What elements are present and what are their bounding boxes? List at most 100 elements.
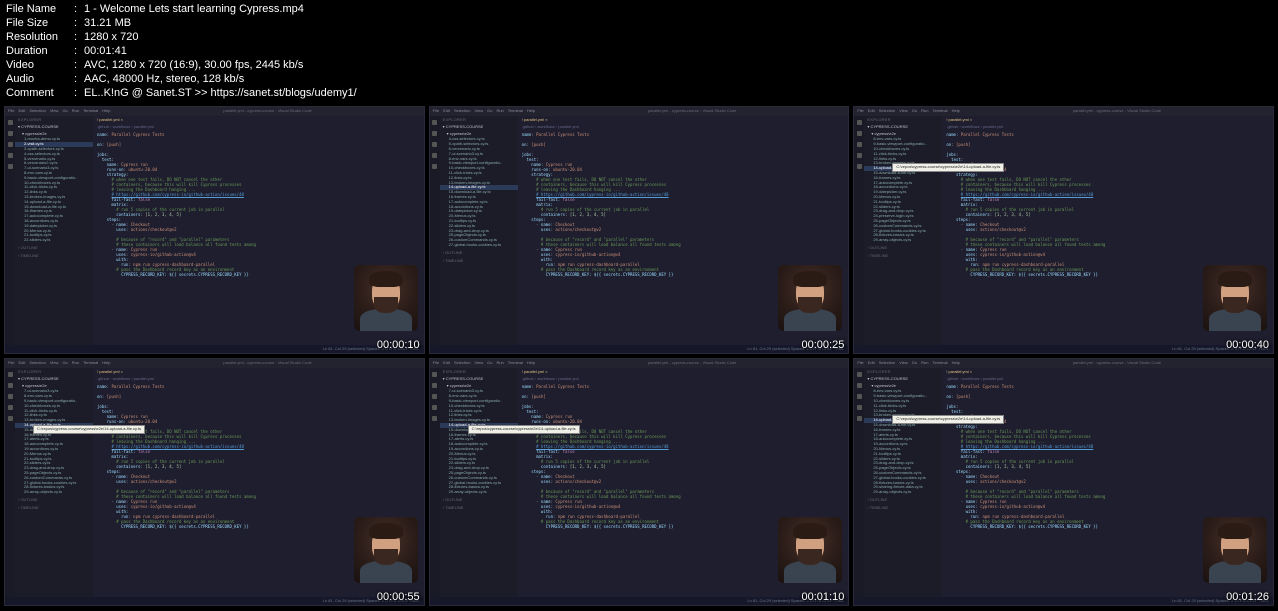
debug-icon[interactable]: [857, 153, 862, 158]
outline-section[interactable]: › OUTLINE: [443, 498, 515, 503]
menu-item[interactable]: View: [50, 361, 59, 366]
menu-item[interactable]: Run: [72, 109, 79, 114]
file-item[interactable]: 29-array-objects.cy.ts: [18, 490, 90, 495]
folder-root[interactable]: ▾ CYPRESS-COURSE: [867, 125, 939, 130]
menu-item[interactable]: Run: [921, 361, 928, 366]
breadcrumb[interactable]: .github › workflows › parallel.yml: [97, 125, 420, 130]
search-icon[interactable]: [857, 131, 862, 136]
code-editor[interactable]: name: Parallel Cypress Tests on: [push] …: [97, 132, 420, 277]
editor-pane[interactable]: ! parallel.yml × .github › workflows › p…: [942, 368, 1273, 597]
git-icon[interactable]: [8, 142, 13, 147]
menu-item[interactable]: Run: [72, 361, 79, 366]
breadcrumb[interactable]: .github › workflows › parallel.yml: [522, 377, 845, 382]
status-bar[interactable]: Ln 81, Col 29 (selected) Spaces: 2 UTF-8…: [854, 345, 1273, 353]
editor-tab[interactable]: ! parallel.yml ×: [522, 370, 845, 375]
extensions-icon[interactable]: [857, 416, 862, 421]
menu-item[interactable]: Run: [921, 109, 928, 114]
menu-item[interactable]: Terminal: [508, 361, 523, 366]
menu-item[interactable]: Edit: [868, 109, 875, 114]
debug-icon[interactable]: [8, 405, 13, 410]
git-icon[interactable]: [857, 394, 862, 399]
timeline-section[interactable]: › TIMELINE: [18, 506, 90, 511]
menu-item[interactable]: Edit: [443, 361, 450, 366]
activity-bar[interactable]: [854, 116, 864, 345]
extensions-icon[interactable]: [8, 164, 13, 169]
folder-root[interactable]: ▾ CYPRESS-COURSE: [443, 377, 515, 382]
outline-section[interactable]: › OUTLINE: [867, 246, 939, 251]
debug-icon[interactable]: [432, 405, 437, 410]
menu-item[interactable]: Selection: [29, 361, 45, 366]
menu-item[interactable]: Terminal: [932, 109, 947, 114]
debug-icon[interactable]: [8, 153, 13, 158]
activity-bar[interactable]: [430, 368, 440, 597]
files-icon[interactable]: [8, 372, 13, 377]
menu-item[interactable]: Help: [527, 109, 535, 114]
menu-item[interactable]: Go: [912, 109, 917, 114]
menu-item[interactable]: File: [433, 109, 439, 114]
file-explorer[interactable]: EXPLORER ▾ CYPRESS-COURSE ▾ cypress\e2e8…: [864, 116, 942, 345]
file-explorer[interactable]: EXPLORER ▾ CYPRESS-COURSE ▾ cypress\e2e7…: [15, 368, 93, 597]
editor-tab[interactable]: ! parallel.yml ×: [97, 370, 420, 375]
file-item[interactable]: 29-array-objects.cy.ts: [867, 238, 939, 243]
menu-item[interactable]: Selection: [879, 109, 895, 114]
menu-item[interactable]: View: [899, 361, 908, 366]
code-editor[interactable]: name: Parallel Cypress Tests on: [push] …: [522, 384, 845, 529]
file-explorer[interactable]: EXPLORER ▾ CYPRESS-COURSE ▾ cypress\e2e7…: [440, 368, 518, 597]
menu-item[interactable]: Go: [912, 361, 917, 366]
menu-item[interactable]: Selection: [454, 109, 470, 114]
folder-root[interactable]: ▾ CYPRESS-COURSE: [18, 377, 90, 382]
breadcrumb[interactable]: .github › workflows › parallel.yml: [97, 377, 420, 382]
extensions-icon[interactable]: [432, 164, 437, 169]
menu-item[interactable]: Help: [527, 361, 535, 366]
files-icon[interactable]: [857, 372, 862, 377]
menu-item[interactable]: Go: [62, 109, 67, 114]
editor-tab[interactable]: ! parallel.yml ×: [946, 370, 1269, 375]
search-icon[interactable]: [432, 383, 437, 388]
outline-section[interactable]: › OUTLINE: [18, 498, 90, 503]
status-bar[interactable]: Ln 81, Col 29 (selected) Spaces: 2 UTF-8…: [854, 597, 1273, 605]
extensions-icon[interactable]: [857, 164, 862, 169]
activity-bar[interactable]: [854, 368, 864, 597]
menu-item[interactable]: Go: [487, 361, 492, 366]
outline-section[interactable]: › OUTLINE: [867, 498, 939, 503]
menu-item[interactable]: Edit: [443, 109, 450, 114]
activity-bar[interactable]: [5, 368, 15, 597]
menu-item[interactable]: Help: [102, 109, 110, 114]
status-bar[interactable]: Ln 81, Col 29 (selected) Spaces: 2 UTF-8…: [430, 345, 849, 353]
debug-icon[interactable]: [432, 153, 437, 158]
file-explorer[interactable]: EXPLORER ▾ CYPRESS-COURSE ▾ cypress\e2e1…: [15, 116, 93, 345]
editor-pane[interactable]: ! parallel.yml × .github › workflows › p…: [93, 116, 424, 345]
timeline-section[interactable]: › TIMELINE: [867, 506, 939, 511]
menu-item[interactable]: Help: [102, 361, 110, 366]
search-icon[interactable]: [857, 383, 862, 388]
files-icon[interactable]: [8, 120, 13, 125]
folder-root[interactable]: ▾ CYPRESS-COURSE: [443, 125, 515, 130]
editor-tab[interactable]: ! parallel.yml ×: [522, 118, 845, 123]
menu-item[interactable]: View: [899, 109, 908, 114]
folder-root[interactable]: ▾ CYPRESS-COURSE: [867, 377, 939, 382]
menu-item[interactable]: File: [8, 109, 14, 114]
file-item[interactable]: 27-global-hooks-cookies.cy.ts: [443, 243, 515, 248]
menu-item[interactable]: Run: [496, 109, 503, 114]
breadcrumb[interactable]: .github › workflows › parallel.yml: [946, 125, 1269, 130]
editor-pane[interactable]: ! parallel.yml × .github › workflows › p…: [942, 116, 1273, 345]
menu-item[interactable]: Selection: [879, 361, 895, 366]
git-icon[interactable]: [432, 394, 437, 399]
status-bar[interactable]: Ln 81, Col 29 (selected) Spaces: 2 UTF-8…: [430, 597, 849, 605]
extensions-icon[interactable]: [8, 416, 13, 421]
file-item[interactable]: 29-array-objects.cy.ts: [867, 490, 939, 495]
editor-pane[interactable]: ! parallel.yml × .github › workflows › p…: [518, 368, 849, 597]
file-explorer[interactable]: EXPLORER ▾ CYPRESS-COURSE ▾ cypress\e2e4…: [440, 116, 518, 345]
status-bar[interactable]: Ln 81, Col 29 (selected) Spaces: 2 UTF-8…: [5, 597, 424, 605]
editor-tab[interactable]: ! parallel.yml ×: [946, 118, 1269, 123]
menu-item[interactable]: Selection: [454, 361, 470, 366]
files-icon[interactable]: [432, 372, 437, 377]
timeline-section[interactable]: › TIMELINE: [443, 506, 515, 511]
menu-item[interactable]: View: [474, 361, 483, 366]
outline-section[interactable]: › OUTLINE: [18, 246, 90, 251]
status-bar[interactable]: Ln 81, Col 29 (selected) Spaces: 2 UTF-8…: [5, 345, 424, 353]
search-icon[interactable]: [432, 131, 437, 136]
extensions-icon[interactable]: [432, 416, 437, 421]
git-icon[interactable]: [857, 142, 862, 147]
code-editor[interactable]: name: Parallel Cypress Tests on: [push] …: [946, 132, 1269, 277]
